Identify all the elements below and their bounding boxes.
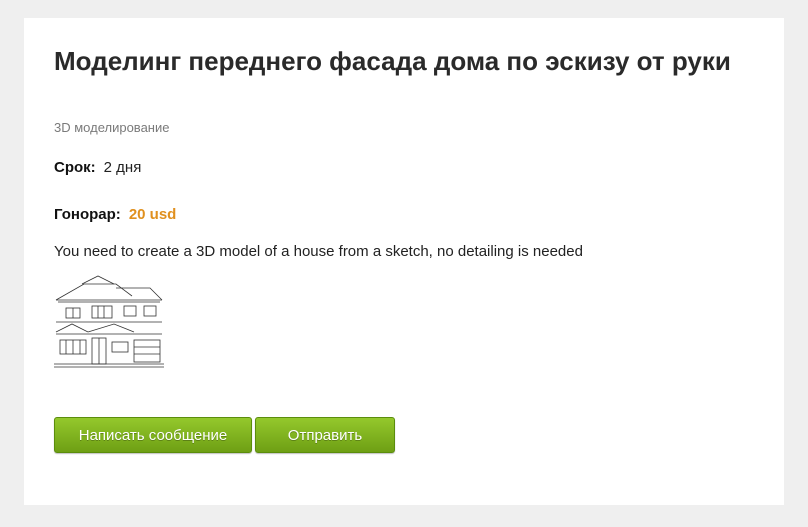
fee-row: Гонорар: 20 usd [54, 206, 176, 223]
send-button[interactable]: Отправить [255, 417, 395, 453]
job-category: 3D моделирование [54, 120, 170, 135]
house-sketch-image[interactable] [54, 274, 164, 370]
job-card: Моделинг переднего фасада дома по эскизу… [24, 18, 784, 505]
job-title: Моделинг переднего фасада дома по эскизу… [54, 46, 731, 76]
job-description: You need to create a 3D model of a house… [54, 243, 583, 260]
deadline-row: Срок: 2 дня [54, 159, 141, 176]
write-message-button[interactable]: Написать сообщение [54, 417, 252, 453]
fee-value: 20 usd [128, 206, 177, 223]
deadline-label: Срок: [54, 159, 96, 176]
fee-label: Гонорар: [54, 206, 121, 223]
deadline-value: 2 дня [103, 159, 142, 176]
